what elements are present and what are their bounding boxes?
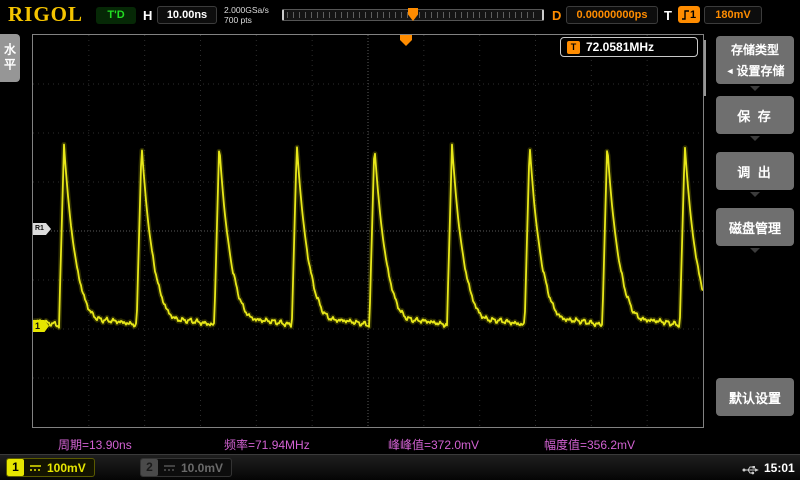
oscilloscope-screen: RIGOL T'D H 10.00ns 2.000GSa/s 700 pts D… xyxy=(0,0,800,480)
measurement-period: 周期=13.90ns xyxy=(58,436,132,453)
delay-readout: 0.00000000ps xyxy=(566,6,658,24)
channel1-scale: 100mV xyxy=(47,461,86,475)
status-bar: 1 100mV 2 10.0mV xyxy=(0,454,800,480)
horizontal-tab[interactable]: 水平 xyxy=(0,34,20,82)
counter-value: 72.0581MHz xyxy=(586,40,654,54)
trigger-source-number: 1 xyxy=(690,9,696,21)
waveform-display: R1 1 xyxy=(32,34,704,428)
trigger-source-icon: 1 xyxy=(678,6,700,23)
menu-notch-icon xyxy=(750,248,760,253)
channel1-badge: 1 xyxy=(7,459,24,476)
horizontal-label: H xyxy=(143,8,152,23)
delay-label: D xyxy=(552,8,561,23)
rising-edge-icon xyxy=(682,10,689,20)
usb-icon xyxy=(742,463,760,480)
measurement-peak-to-peak: 峰峰值=372.0mV xyxy=(388,436,479,453)
menu-default-setup-button[interactable]: 默认设置 xyxy=(716,378,794,416)
measurement-frequency: 频率=71.94MHz xyxy=(224,436,310,453)
freq-counter: T 72.0581MHz xyxy=(560,37,698,57)
menu-disk-manage-button[interactable]: 磁盘管理 xyxy=(716,208,794,246)
storage-type-title: 存储类型 xyxy=(731,41,779,58)
channel2-badge: 2 xyxy=(141,459,158,476)
counter-trigger-icon: T xyxy=(567,41,580,54)
memory-trigger-position-marker[interactable] xyxy=(408,8,418,21)
menu-notch-icon xyxy=(750,136,760,141)
menu-recall-button[interactable]: 调 出 xyxy=(716,152,794,190)
channel2-status[interactable]: 2 10.0mV xyxy=(140,458,232,477)
measurement-amplitude: 幅度值=356.2mV xyxy=(544,436,635,453)
coupling-icon xyxy=(29,463,42,473)
memory-position-bar xyxy=(282,9,544,21)
trigger-status-badge: T'D xyxy=(96,7,136,24)
measurements-row: 周期=13.90ns 频率=71.94MHz 峰峰值=372.0mV 幅度值=3… xyxy=(0,436,710,450)
trigger-level-readout: 180mV xyxy=(704,6,762,24)
channel1-status[interactable]: 1 100mV xyxy=(6,458,95,477)
coupling-icon xyxy=(163,463,176,473)
submenu-arrow-icon: ◄ xyxy=(726,66,735,76)
menu-storage-type-button[interactable]: 存储类型 ◄ 设置存储 xyxy=(716,36,794,84)
menu-panel: 存储类型 ◄ 设置存储 保 存 调 出 磁盘管理 默认设置 xyxy=(710,30,800,454)
menu-save-button[interactable]: 保 存 xyxy=(716,96,794,134)
top-bar: RIGOL T'D H 10.00ns 2.000GSa/s 700 pts D… xyxy=(0,0,800,30)
acquisition-info: 2.000GSa/s 700 pts xyxy=(224,5,269,25)
sample-rate: 2.000GSa/s xyxy=(224,5,269,15)
trigger-position-marker xyxy=(400,35,412,46)
rigol-logo: RIGOL xyxy=(8,2,83,27)
timebase-readout: 10.00ns xyxy=(157,6,217,24)
memory-depth: 700 pts xyxy=(224,15,269,25)
trigger-label: T xyxy=(664,8,672,23)
waveform-svg xyxy=(33,35,703,427)
menu-notch-icon xyxy=(750,86,760,91)
storage-type-value: 设置存储 xyxy=(736,62,784,79)
menu-notch-icon xyxy=(750,192,760,197)
clock: 15:01 xyxy=(764,461,795,475)
channel2-scale: 10.0mV xyxy=(181,461,223,475)
